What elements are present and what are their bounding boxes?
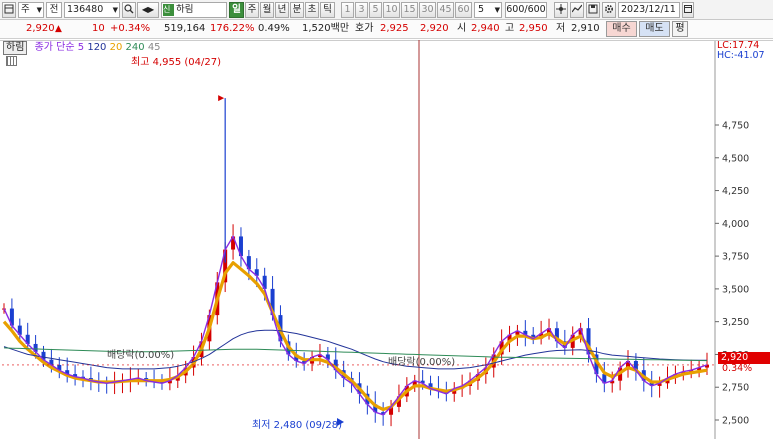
search-icon[interactable] xyxy=(122,2,136,18)
avg-price-button[interactable]: 평 xyxy=(672,21,688,37)
open-price: 2,940 xyxy=(471,23,500,34)
interval-3-button[interactable]: 3 xyxy=(355,2,368,18)
legend-ma20: 20 xyxy=(109,42,123,53)
gear-icon[interactable] xyxy=(602,2,616,18)
data-count-total: /600 xyxy=(524,4,546,15)
quote-bar: 2,920 ▲ 10 +0.34% 519,164 176.22% 0.49% … xyxy=(0,20,773,39)
chart-toolbar: 주 ▼ 전 136480 ▼ ◀▶ 신 하림 일 주 월 년 분 초 틱 1 3… xyxy=(0,0,773,20)
legend-ma240: 240 xyxy=(125,42,145,53)
grid-toggle-icon[interactable] xyxy=(6,56,17,66)
trend-tool-icon[interactable] xyxy=(570,2,584,18)
date-picker[interactable]: 2023/12/11 xyxy=(618,2,680,18)
up-arrow-icon: ▲ xyxy=(55,24,62,34)
stock-name: 하림 xyxy=(176,4,194,15)
interval-10-button[interactable]: 10 xyxy=(383,2,400,18)
volume-ratio: 176.22% xyxy=(210,23,255,34)
market-select[interactable]: 주 ▼ xyxy=(18,2,44,18)
interval-15-button[interactable]: 15 xyxy=(401,2,418,18)
date-value: 2023/12/11 xyxy=(621,4,676,15)
hc-value: HC:-41.07 xyxy=(717,50,765,61)
interval-60-button[interactable]: 60 xyxy=(455,2,472,18)
bid-label: 호가 xyxy=(355,23,374,34)
period-year-button[interactable]: 년 xyxy=(275,2,289,18)
chevron-down-icon: ▼ xyxy=(494,6,500,14)
window-menu-icon[interactable] xyxy=(2,2,16,18)
prev-next-stock-button[interactable]: ◀▶ xyxy=(137,2,159,18)
legend-ma45: 45 xyxy=(147,42,161,53)
chevron-down-icon: ▼ xyxy=(112,6,118,14)
y-tick-label: 4,500 xyxy=(722,153,749,164)
high-price: 2,950 xyxy=(519,23,548,34)
type-select-value: 전 xyxy=(49,4,59,15)
price-chart[interactable]: 4,7504,5004,2504,0003,7503,5003,2503,000… xyxy=(0,40,773,439)
legend-main: 종가 단순 xyxy=(34,42,75,53)
y-tick-label: 4,000 xyxy=(722,219,749,230)
stock-code-value: 136480 xyxy=(67,4,104,15)
turnover-pct: 0.49% xyxy=(258,23,290,34)
market-select-value: 주 xyxy=(21,4,30,15)
period-second-button[interactable]: 초 xyxy=(305,2,319,18)
price-change-pct: +0.34% xyxy=(110,23,151,34)
stock-name-field[interactable]: 신 하림 xyxy=(161,2,227,18)
y-tick-label: 3,750 xyxy=(722,252,749,263)
buy-button[interactable]: 매수 xyxy=(606,21,637,37)
data-count-field[interactable]: 600/600 xyxy=(505,2,547,18)
high-label: 고 xyxy=(505,23,515,34)
period-tick-button[interactable]: 틱 xyxy=(320,2,335,18)
calendar-icon[interactable] xyxy=(682,2,694,18)
high-arrow-icon xyxy=(218,95,225,102)
price-change: 10 xyxy=(92,23,105,34)
ma-line-5 xyxy=(3,234,708,416)
type-select[interactable]: 전 xyxy=(46,2,62,18)
open-label: 시 xyxy=(457,23,467,34)
high-annotation: 최고 4,955 (04/27) xyxy=(131,57,222,68)
interval-5-button[interactable]: 5 xyxy=(369,2,382,18)
low-label: 저 xyxy=(556,23,566,34)
y-tick-label: 2,500 xyxy=(722,416,749,427)
sell-button[interactable]: 매도 xyxy=(639,21,670,37)
current-pct-label: 0.34% xyxy=(722,363,753,374)
y-tick-label: 4,250 xyxy=(722,186,749,197)
period-minute-button[interactable]: 분 xyxy=(290,2,304,18)
y-tick-label: 2,750 xyxy=(722,383,749,394)
y-tick-label: 3,250 xyxy=(722,317,749,328)
ask-price: 2,920 xyxy=(420,23,449,34)
interval-45-button[interactable]: 45 xyxy=(437,2,454,18)
save-icon[interactable] xyxy=(586,2,600,18)
stock-code-input[interactable]: 136480 ▼ xyxy=(64,2,120,18)
bid-price: 2,925 xyxy=(380,23,409,34)
dividend-annotation-1: 배당락(0.00%) xyxy=(107,350,175,361)
chart-stock-label: 하림 xyxy=(3,41,28,55)
period-week-button[interactable]: 주 xyxy=(245,2,259,18)
legend-ma120: 120 xyxy=(87,42,107,53)
interval-30-button[interactable]: 30 xyxy=(419,2,436,18)
price-chart-canvas[interactable]: 4,7504,5004,2504,0003,7503,5003,2503,000… xyxy=(0,40,773,439)
y-tick-label: 4,750 xyxy=(722,121,749,132)
current-price: 2,920 xyxy=(26,23,55,34)
stock-badge-icon: 신 xyxy=(163,4,174,16)
legend-ma5: 5 xyxy=(77,42,85,53)
period-day-button[interactable]: 일 xyxy=(229,2,244,18)
low-annotation: 최저 2,480 (09/28) xyxy=(252,420,343,431)
volume: 519,164 xyxy=(164,23,206,34)
interval-input[interactable]: 5 ▼ xyxy=(474,2,502,18)
interval-input-value: 5 xyxy=(478,4,485,15)
interval-1-button[interactable]: 1 xyxy=(341,2,354,18)
trade-amount: 1,520백만 xyxy=(302,23,350,34)
data-count: 600 xyxy=(506,4,525,15)
dividend-annotation-2: 배당락(0.00%) xyxy=(388,357,456,368)
period-month-button[interactable]: 월 xyxy=(260,2,274,18)
chevron-down-icon: ▼ xyxy=(36,6,42,14)
low-price: 2,910 xyxy=(571,23,600,34)
y-tick-label: 3,500 xyxy=(722,284,749,295)
crosshair-icon[interactable] xyxy=(554,2,568,18)
